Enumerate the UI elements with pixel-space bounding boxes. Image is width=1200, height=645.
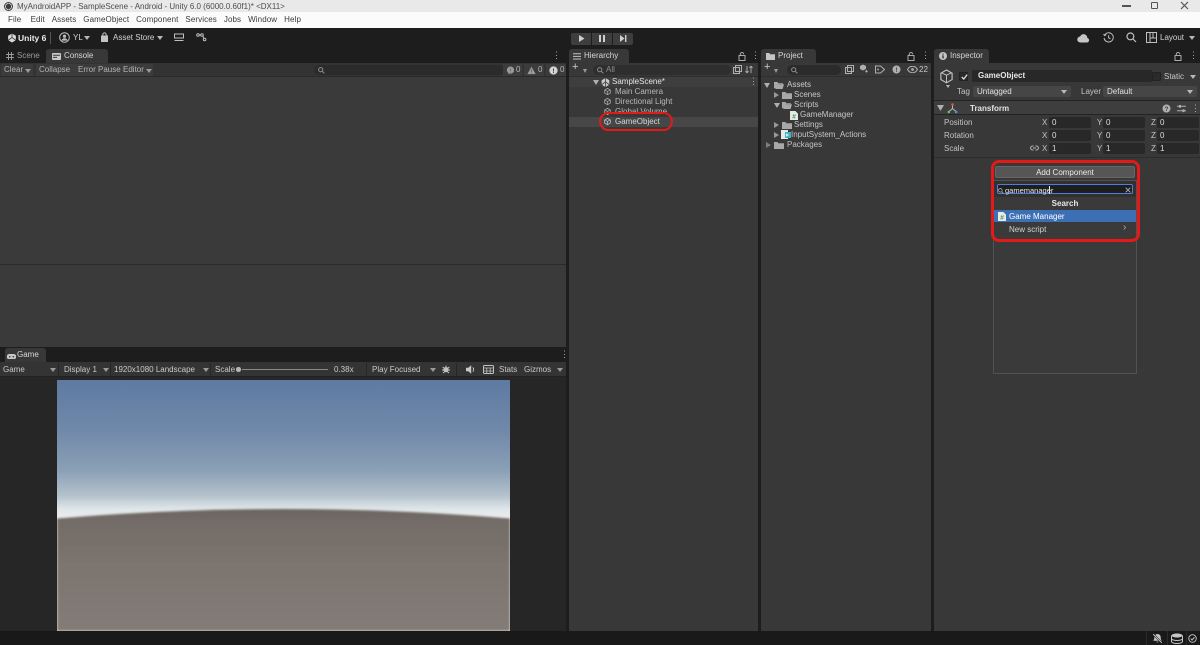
svg-text:!: !	[552, 68, 554, 75]
svg-text:?: ?	[1165, 106, 1169, 113]
svg-text:#: #	[792, 113, 796, 120]
svg-text:!: !	[896, 68, 898, 74]
